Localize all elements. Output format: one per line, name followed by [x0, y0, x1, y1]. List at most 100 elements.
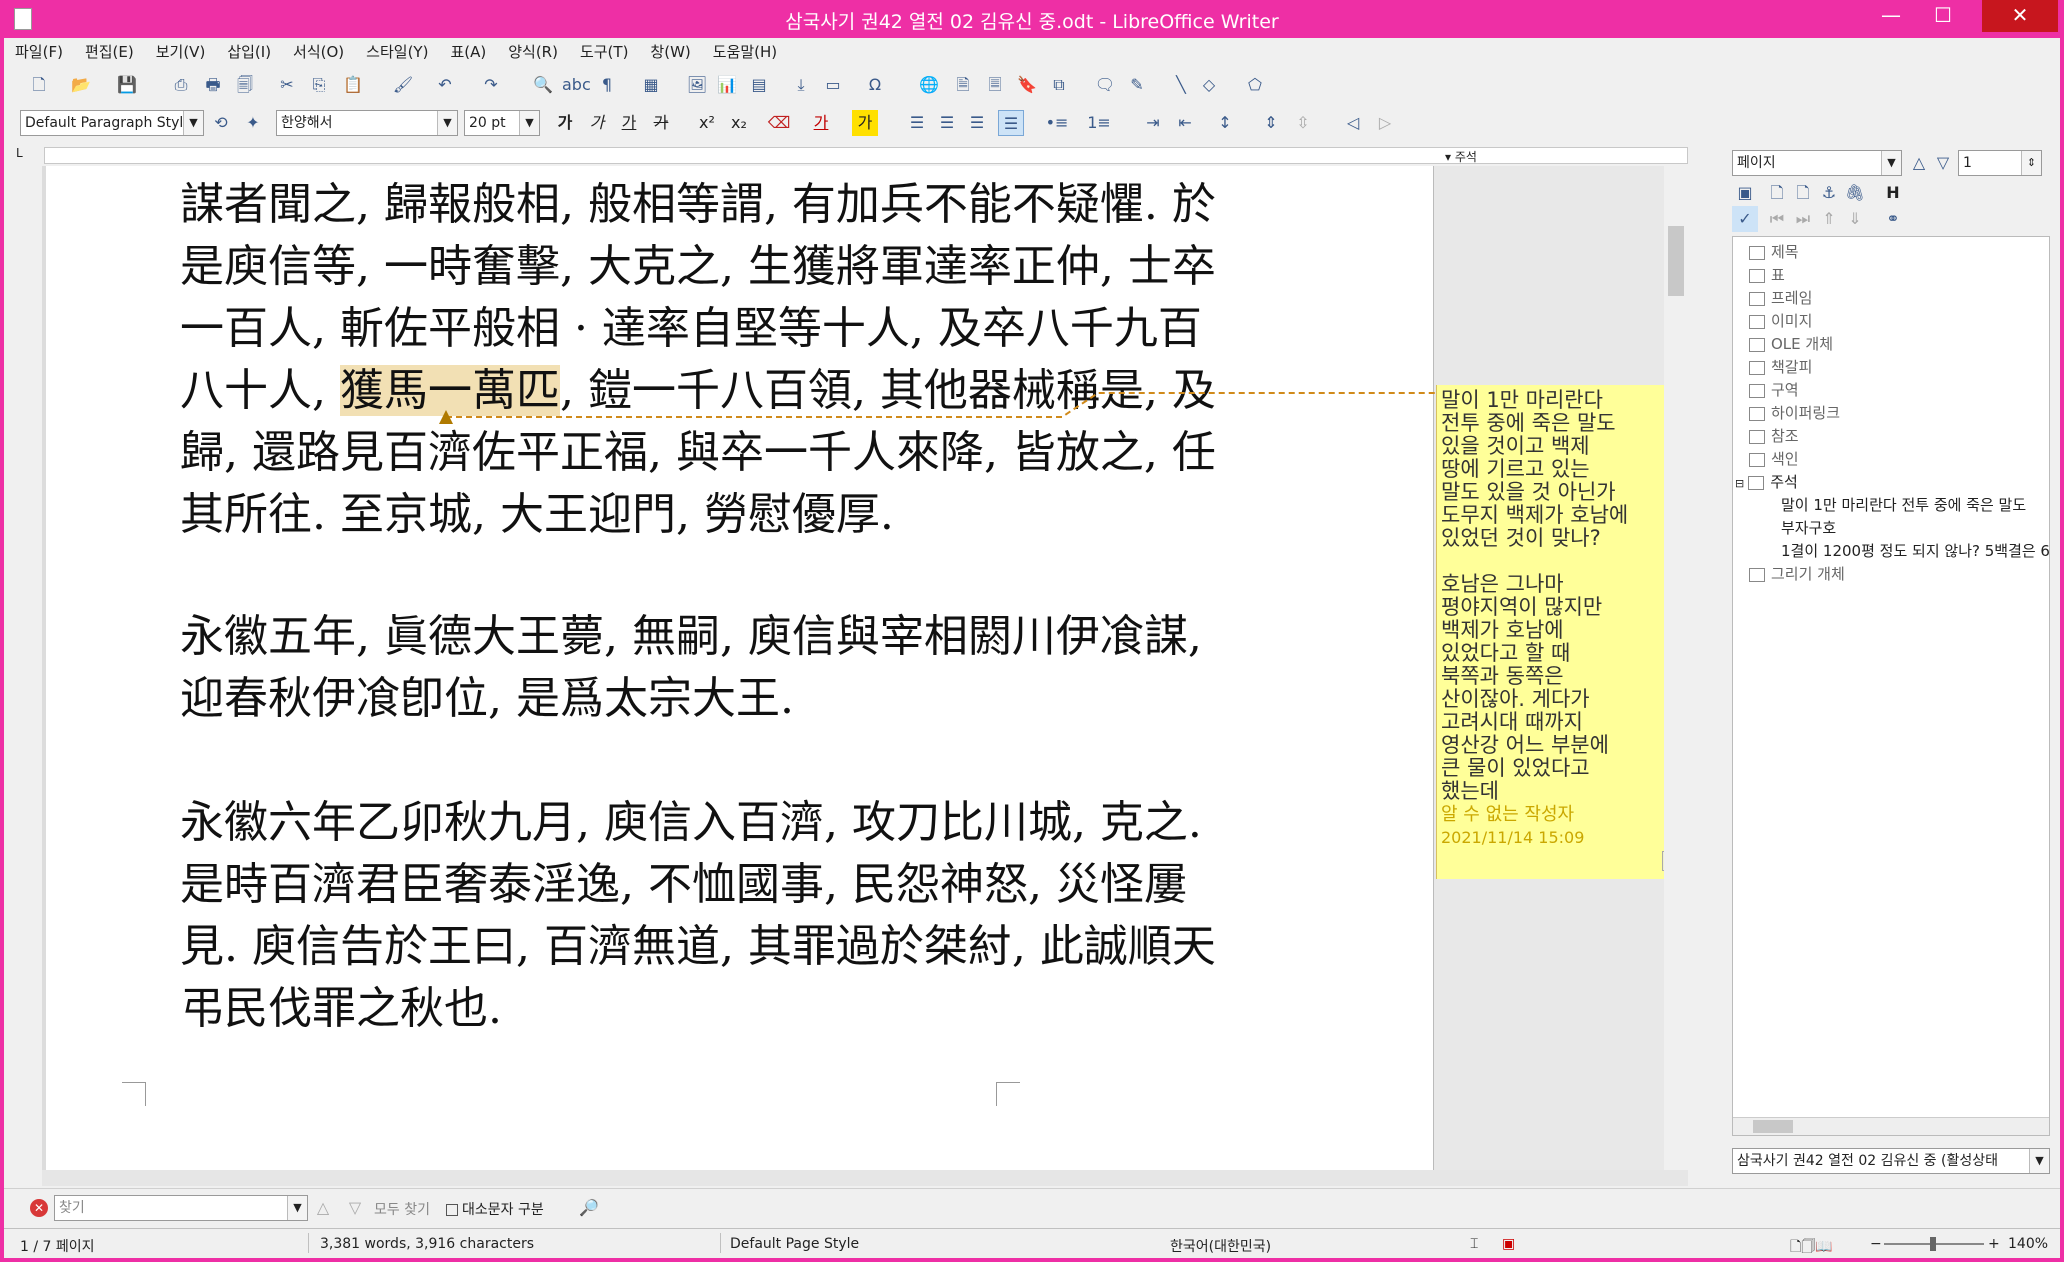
chart-icon[interactable]: 📊: [714, 72, 740, 98]
paragraph-style-combo[interactable]: Default Paragraph Styl ▼: [20, 110, 204, 136]
insert-mode-icon[interactable]: ⌶: [1470, 1236, 1478, 1252]
find-replace-icon[interactable]: 🔎: [576, 1195, 602, 1221]
close-find-icon[interactable]: ✕: [30, 1199, 48, 1217]
paste-icon[interactable]: 📋: [340, 72, 366, 98]
reminder-icon[interactable]: 🖇: [1842, 180, 1868, 206]
clone-icon[interactable]: 🖌: [390, 72, 416, 98]
header-icon[interactable]: 🗋: [1764, 180, 1790, 206]
outdent-icon[interactable]: ⇤: [1172, 110, 1198, 136]
table-icon[interactable]: ▦: [638, 72, 664, 98]
menu-format[interactable]: 서식(O): [282, 38, 355, 65]
menu-form[interactable]: 양식(R): [497, 38, 569, 65]
align-left-icon[interactable]: ☰: [904, 110, 930, 136]
horizontal-ruler[interactable]: ▾ 주석: [44, 147, 1688, 164]
decrease-spacing-icon[interactable]: ⇳: [1290, 110, 1316, 136]
tab-stop-icon[interactable]: L: [16, 146, 23, 160]
nav-references[interactable]: 참조: [1749, 425, 1799, 446]
nav-comment-item[interactable]: 1결이 1200평 정도 되지 않나? 5백결은 6: [1781, 540, 2050, 561]
rtl-icon[interactable]: ▷: [1372, 110, 1398, 136]
chevron-down-icon[interactable]: ▽: [1930, 150, 1956, 176]
update-style-icon[interactable]: ⟲: [208, 110, 234, 136]
navigator-hscroll[interactable]: [1733, 1117, 2049, 1135]
menu-tools[interactable]: 도구(T): [569, 38, 639, 65]
navigator-type-combo[interactable]: 페이지 ▼: [1732, 150, 1902, 176]
chevron-down-icon[interactable]: ▼: [287, 1196, 307, 1220]
nav-comments[interactable]: ⊟ 주석: [1735, 471, 1798, 492]
find-input[interactable]: 찾기 ▼: [54, 1195, 308, 1221]
comments-ruler-label[interactable]: ▾ 주석: [1445, 148, 1477, 165]
comment-icon[interactable]: 🗨: [1092, 72, 1118, 98]
spin-icon[interactable]: ⇕: [2021, 151, 2041, 175]
chevron-down-icon[interactable]: ▼: [519, 111, 539, 135]
cut-icon[interactable]: ✂: [274, 72, 300, 98]
anchor-icon[interactable]: ⚓: [1816, 180, 1842, 206]
special-char-icon[interactable]: Ω: [862, 72, 888, 98]
nav-images[interactable]: 이미지: [1749, 310, 1812, 331]
draw-icon[interactable]: ⬠: [1242, 72, 1268, 98]
menu-styles[interactable]: 스타일(Y): [355, 38, 439, 65]
undo-icon[interactable]: ↶: [432, 72, 458, 98]
page-break-icon[interactable]: ⤓: [788, 72, 814, 98]
chevron-up-icon[interactable]: △: [1906, 150, 1932, 176]
redo-icon[interactable]: ↷: [478, 72, 504, 98]
spellcheck-icon[interactable]: abc: [562, 72, 591, 98]
endnote-icon[interactable]: 🗏: [982, 72, 1008, 98]
menu-table[interactable]: 표(A): [439, 38, 497, 65]
heading-levels-button[interactable]: H: [1880, 180, 1906, 206]
close-button[interactable]: ✕: [1982, 0, 2058, 32]
maximize-button[interactable]: ☐: [1918, 0, 1968, 32]
chevron-down-icon[interactable]: ▼: [2029, 1149, 2049, 1173]
menu-file[interactable]: 파일(F): [4, 38, 74, 65]
zoom-level[interactable]: 140%: [2008, 1236, 2048, 1252]
find-replace-icon[interactable]: 🔍: [530, 72, 556, 98]
document-select-combo[interactable]: 삼국사기 권42 열전 02 김유신 중 (활성상태 ▼: [1732, 1148, 2050, 1174]
page-number-input[interactable]: 1 ⇕: [1958, 150, 2042, 176]
zoom-slider[interactable]: [1884, 1237, 1984, 1251]
italic-button[interactable]: 가: [584, 110, 610, 136]
align-center-icon[interactable]: ☰: [934, 110, 960, 136]
subscript-button[interactable]: x₂: [726, 110, 752, 136]
collapse-icon[interactable]: ⊟: [1735, 477, 1744, 490]
drag-mode-icon[interactable]: ⚭: [1880, 206, 1906, 232]
language-status[interactable]: 한국어(대한민국): [1170, 1236, 1271, 1256]
indent-icon[interactable]: ⇥: [1140, 110, 1166, 136]
print-preview-icon[interactable]: 🗐: [232, 72, 258, 98]
chevron-down-icon[interactable]: ▼: [437, 111, 457, 135]
menu-edit[interactable]: 편집(E): [74, 38, 145, 65]
scroll-thumb[interactable]: [1753, 1120, 1793, 1133]
checkbox-box[interactable]: [446, 1204, 458, 1216]
scroll-thumb[interactable]: [1668, 226, 1684, 296]
page-count-status[interactable]: 1 / 7 페이지: [20, 1236, 95, 1256]
nav-hyperlinks[interactable]: 하이퍼링크: [1749, 402, 1840, 423]
justify-icon[interactable]: ☰: [998, 110, 1024, 136]
field-icon[interactable]: ▭: [820, 72, 846, 98]
menu-insert[interactable]: 삽입(I): [216, 38, 282, 65]
numbered-list-icon[interactable]: 1≡: [1086, 110, 1112, 136]
move-up-icon[interactable]: ⇑: [1816, 206, 1842, 232]
line-spacing-icon[interactable]: ↕: [1212, 110, 1238, 136]
zoom-in-icon[interactable]: +: [1988, 1236, 2000, 1252]
view-layout-icon[interactable]: 🗋🗍📖: [1790, 1236, 1833, 1260]
menu-view[interactable]: 보기(V): [145, 38, 217, 65]
chevron-down-icon[interactable]: ▼: [183, 111, 203, 135]
find-all-button[interactable]: 모두 찾기: [374, 1199, 430, 1219]
bookmark-icon[interactable]: 🔖: [1014, 72, 1040, 98]
bullet-list-icon[interactable]: •≡: [1044, 110, 1070, 136]
minimize-button[interactable]: —: [1866, 0, 1916, 32]
content-view-icon[interactable]: ✓: [1732, 206, 1758, 232]
nav-tables[interactable]: 표: [1749, 264, 1785, 285]
textbox-icon[interactable]: ▤: [746, 72, 772, 98]
image-icon[interactable]: 🖼: [684, 72, 710, 98]
highlight-icon[interactable]: 가: [852, 110, 878, 136]
line-icon[interactable]: ╲: [1168, 72, 1194, 98]
match-case-checkbox[interactable]: 대소문자 구분: [446, 1199, 544, 1219]
demote-icon[interactable]: ⏭: [1790, 206, 1816, 232]
strikethrough-button[interactable]: 가: [648, 110, 674, 136]
nav-bookmarks[interactable]: 책갈피: [1749, 356, 1812, 377]
comment-note[interactable]: 말이 1만 마리란다 전투 중에 죽은 말도 있을 것이고 백제 땅에 기르고 …: [1436, 385, 1686, 879]
page-style-status[interactable]: Default Page Style: [730, 1236, 859, 1252]
paragraph-spacing-icon[interactable]: ⇕: [1258, 110, 1284, 136]
font-size-combo[interactable]: 20 pt ▼: [464, 110, 540, 136]
nav-frames[interactable]: 프레임: [1749, 287, 1812, 308]
clear-format-icon[interactable]: ⌫: [766, 110, 792, 136]
